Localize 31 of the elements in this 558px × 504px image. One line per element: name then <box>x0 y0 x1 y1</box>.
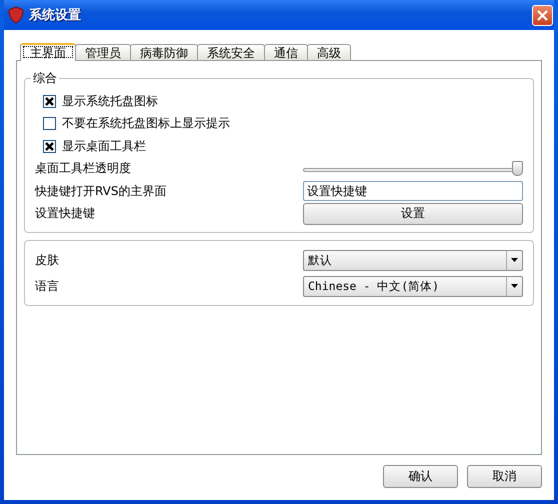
dropdown[interactable]: 默认 <box>303 250 523 270</box>
checkbox-label: 显示系统托盘图标 <box>62 92 158 110</box>
dialog-button[interactable]: 取消 <box>467 465 542 488</box>
checkbox-label: 不要在系统托盘图标上显示提示 <box>62 115 230 132</box>
checkbox[interactable] <box>43 117 56 130</box>
tab[interactable]: 系统安全 <box>197 44 265 60</box>
dropdown[interactable]: Chinese - 中文(简体) <box>303 276 523 296</box>
tab[interactable]: 通信 <box>264 44 308 60</box>
checkbox[interactable] <box>43 94 56 108</box>
shield-icon <box>8 6 24 24</box>
setting-label: 皮肤 <box>35 252 59 268</box>
checkbox-label: 显示桌面工具栏 <box>62 138 146 155</box>
checkbox[interactable] <box>43 140 56 153</box>
dropdown-arrow-icon <box>511 258 518 262</box>
slider-thumb[interactable] <box>512 160 523 176</box>
setting-label: 设置快捷键 <box>35 205 95 222</box>
close-icon <box>537 10 548 20</box>
dialog-button[interactable]: 确认 <box>383 465 458 488</box>
tab[interactable]: 病毒防御 <box>130 44 198 60</box>
shortcut-field[interactable]: 设置快捷键 <box>303 181 523 202</box>
setting-label: 快捷键打开RVS的主界面 <box>35 182 167 200</box>
tab[interactable]: 管理员 <box>75 44 131 60</box>
setting-label: 桌面工具栏透明度 <box>35 160 131 178</box>
close-button[interactable] <box>532 4 553 26</box>
slider[interactable] <box>303 160 523 178</box>
group-title: 综合 <box>32 70 58 87</box>
window-title: 系统设置 <box>29 6 81 24</box>
tab[interactable]: 高级 <box>307 44 351 60</box>
set-button[interactable]: 设置 <box>303 202 523 225</box>
setting-label: 语言 <box>35 278 59 294</box>
dropdown-arrow-icon <box>511 284 518 288</box>
